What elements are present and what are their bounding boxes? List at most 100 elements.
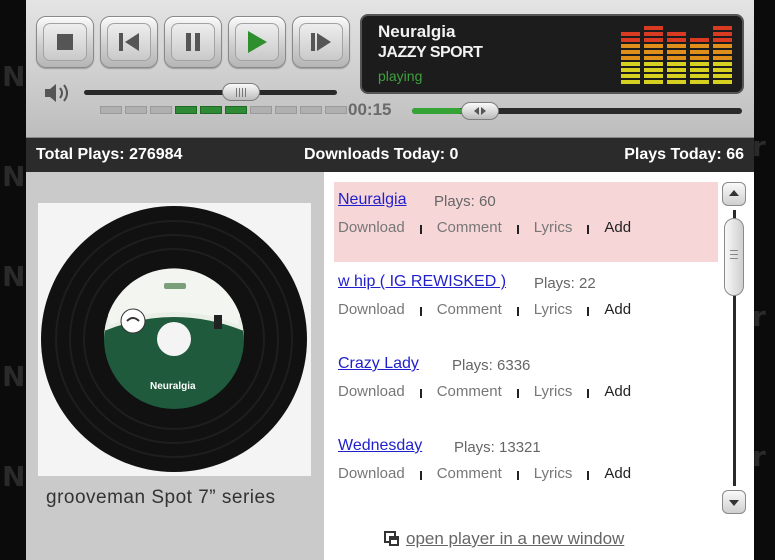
separator (516, 307, 519, 316)
now-playing-title: Neuralgia (378, 22, 456, 41)
separator (516, 225, 519, 234)
track-play-count: Plays: 6336 (452, 357, 531, 374)
elapsed-time: 00:15 (348, 100, 392, 119)
album-panel: Neuralgia grooveman Spot 7” series (26, 172, 324, 560)
equalizer-bar (667, 26, 686, 84)
new-window-icon (384, 531, 399, 546)
vinyl-record-image (41, 206, 307, 472)
comment-link[interactable]: Comment (437, 383, 502, 400)
open-new-window-label: open player in a new window (406, 529, 625, 548)
next-button[interactable] (292, 16, 350, 68)
skip-back-icon (119, 33, 139, 51)
volume-slider-handle[interactable] (221, 83, 260, 101)
track-title-link[interactable]: Neuralgia (338, 191, 406, 209)
drag-arrows-icon (473, 107, 486, 115)
play-icon (248, 31, 267, 53)
background-glyph: N (2, 160, 26, 193)
music-player: Neuralgia JAZZY SPORT playing 00:15 Tota… (26, 0, 754, 560)
now-playing-display: Neuralgia JAZZY SPORT playing (360, 14, 744, 94)
background-glyph: N (2, 360, 26, 393)
control-panel: Neuralgia JAZZY SPORT playing 00:15 (26, 0, 754, 138)
album-cover: Neuralgia (38, 203, 311, 476)
background-glyph: r (752, 130, 766, 163)
track-row[interactable]: w hip ( IG REWISKED ) Plays: 22 Download Co… (334, 264, 718, 344)
background-glyph: N (2, 460, 26, 493)
volume-segment (300, 106, 322, 114)
track-title-link[interactable]: Crazy Lady (338, 355, 419, 373)
progress-handle[interactable] (460, 102, 499, 120)
track-row[interactable]: Neuralgia Plays: 60 Download Comment Lyrics A… (334, 182, 718, 262)
stop-button[interactable] (36, 16, 94, 68)
now-playing-artist: JAZZY SPORT (378, 44, 483, 61)
total-plays: Total Plays: 276984 (36, 146, 183, 163)
scroll-down-button[interactable] (722, 490, 746, 514)
background-glyph: r (752, 300, 766, 333)
volume-level-meter (100, 106, 347, 114)
download-link[interactable]: Download (338, 301, 405, 318)
lyrics-link[interactable]: Lyrics (534, 301, 573, 318)
playback-status: playing (378, 68, 423, 84)
comment-link[interactable]: Comment (437, 219, 502, 236)
speaker-icon (45, 84, 68, 102)
stats-bar: Total Plays: 276984 Downloads Today: 0 P… (26, 138, 754, 172)
track-row[interactable]: Wednesday Plays: 13321 Download Comment Lyri… (334, 428, 718, 508)
add-link[interactable]: Add (604, 219, 631, 236)
add-link[interactable]: Add (604, 465, 631, 482)
open-new-window-link[interactable]: open player in a new window (384, 529, 624, 549)
play-button[interactable] (228, 16, 286, 68)
add-link[interactable]: Add (604, 383, 631, 400)
pause-button[interactable] (164, 16, 222, 68)
album-caption: grooveman Spot 7” series (46, 487, 276, 508)
volume-segment (325, 106, 347, 114)
volume-segment (125, 106, 147, 114)
add-link[interactable]: Add (604, 301, 631, 318)
equalizer-bar (644, 26, 663, 84)
volume-segment (275, 106, 297, 114)
record-label-title: Neuralgia (150, 381, 196, 392)
track-title-link[interactable]: Wednesday (338, 437, 422, 455)
track-title-link[interactable]: w hip ( IG REWISKED ) (338, 273, 506, 291)
separator (419, 389, 422, 398)
equalizer-visualizer (621, 26, 732, 84)
track-actions: Download Comment Lyrics Add (338, 219, 631, 236)
download-link[interactable]: Download (338, 383, 405, 400)
track-actions: Download Comment Lyrics Add (338, 301, 631, 318)
separator (587, 225, 590, 234)
volume-segment (175, 106, 197, 114)
download-link[interactable]: Download (338, 219, 405, 236)
separator (419, 307, 422, 316)
stop-icon (57, 34, 73, 50)
skip-forward-icon (311, 33, 331, 51)
progress-fill (412, 108, 462, 114)
comment-link[interactable]: Comment (437, 301, 502, 318)
equalizer-bar (713, 26, 732, 84)
comment-link[interactable]: Comment (437, 465, 502, 482)
separator (587, 307, 590, 316)
separator (587, 389, 590, 398)
lyrics-link[interactable]: Lyrics (534, 383, 573, 400)
scroll-up-button[interactable] (722, 182, 746, 206)
separator (516, 471, 519, 480)
download-link[interactable]: Download (338, 465, 405, 482)
arrow-down-icon (729, 500, 739, 506)
lyrics-link[interactable]: Lyrics (534, 465, 573, 482)
track-play-count: Plays: 60 (434, 193, 496, 210)
separator (516, 389, 519, 398)
left-background: N N N N N (0, 0, 28, 560)
track-row[interactable]: Crazy Lady Plays: 6336 Download Comment Lyri… (334, 346, 718, 426)
background-glyph: N (2, 260, 26, 293)
volume-slider-track[interactable] (84, 90, 337, 95)
track-play-count: Plays: 22 (534, 275, 596, 292)
volume-segment (250, 106, 272, 114)
playlist: Neuralgia Plays: 60 Download Comment Lyrics A… (324, 172, 754, 560)
previous-button[interactable] (100, 16, 158, 68)
volume-segment (100, 106, 122, 114)
downloads-today: Downloads Today: 0 (304, 146, 459, 163)
track-actions: Download Comment Lyrics Add (338, 383, 631, 400)
scrollbar-thumb[interactable] (724, 218, 744, 296)
separator (419, 225, 422, 234)
equalizer-bar (621, 26, 640, 84)
arrow-up-icon (729, 190, 739, 196)
lyrics-link[interactable]: Lyrics (534, 219, 573, 236)
volume-segment (150, 106, 172, 114)
